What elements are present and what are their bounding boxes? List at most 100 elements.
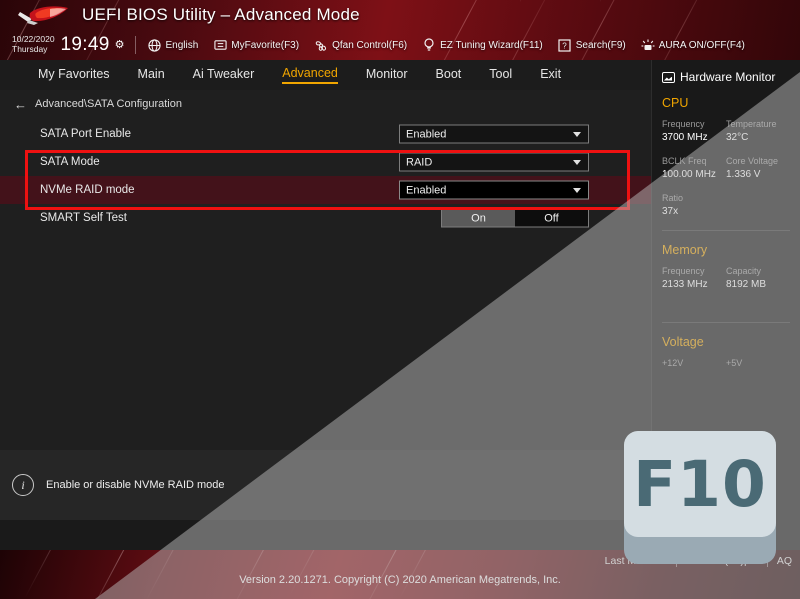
dropdown-value: Enabled bbox=[406, 184, 447, 196]
sidebar-divider bbox=[662, 230, 790, 231]
stat-key: +12V bbox=[662, 358, 684, 368]
toggle-smart-self-test[interactable]: On Off bbox=[441, 208, 589, 228]
stat-mem-frequency: Frequency 2133 MHz bbox=[662, 266, 726, 290]
settings-list: SATA Port Enable Enabled SATA Mode RAID … bbox=[0, 120, 651, 232]
header-item-english[interactable]: English bbox=[147, 38, 198, 52]
dropdown-sata-mode[interactable]: RAID bbox=[399, 152, 589, 172]
dropdown-nvme-raid-mode[interactable]: Enabled bbox=[399, 180, 589, 200]
stat-value: 100.00 MHz bbox=[662, 169, 716, 180]
chevron-down-icon bbox=[573, 187, 581, 193]
rog-logo bbox=[16, 3, 74, 27]
tab-my-favorites[interactable]: My Favorites bbox=[38, 67, 110, 83]
stat-bclk-freq: BCLK Freq 100.00 MHz bbox=[662, 156, 726, 180]
fan-icon bbox=[314, 38, 328, 52]
version-text: Version 2.20.1271. Copyright (C) 2020 Am… bbox=[239, 574, 561, 586]
sidebar-divider bbox=[662, 322, 790, 323]
tab-exit[interactable]: Exit bbox=[540, 67, 561, 83]
tab-tool[interactable]: Tool bbox=[489, 67, 512, 83]
stat-value: 37x bbox=[662, 206, 679, 217]
back-arrow-icon[interactable]: ← bbox=[14, 98, 27, 111]
gear-icon[interactable]: ⚙ bbox=[115, 38, 125, 51]
setting-row-nvme-raid-mode[interactable]: NVMe RAID mode Enabled bbox=[0, 176, 651, 204]
aura-icon bbox=[641, 38, 655, 52]
tab-ai-tweaker[interactable]: Ai Tweaker bbox=[193, 67, 255, 83]
monitor-icon bbox=[662, 71, 675, 83]
stat-value: 32°C bbox=[726, 132, 749, 143]
tab-advanced[interactable]: Advanced bbox=[282, 66, 338, 84]
sidebar-stat-row: Frequency 2133 MHz Capacity 8192 MB bbox=[652, 266, 800, 290]
stat-core-voltage: Core Voltage 1.336 V bbox=[726, 156, 790, 180]
chevron-down-icon bbox=[573, 131, 581, 137]
sidebar-stat-row: +12V +5V bbox=[652, 358, 800, 371]
tab-monitor[interactable]: Monitor bbox=[366, 67, 408, 83]
stat-key: Capacity bbox=[726, 266, 762, 276]
keycap-face: F10 bbox=[624, 431, 776, 537]
stat-value: 2133 MHz bbox=[662, 279, 708, 290]
globe-icon bbox=[147, 38, 161, 52]
hardware-monitor-title: Hardware Monitor bbox=[652, 70, 800, 84]
stat-key: +5V bbox=[726, 358, 743, 368]
header-item-ez-tuning-wizard[interactable]: EZ Tuning Wizard(F11) bbox=[422, 38, 543, 52]
setting-row-sata-port-enable[interactable]: SATA Port Enable Enabled bbox=[0, 120, 651, 148]
breadcrumb-label: Advanced\SATA Configuration bbox=[35, 98, 182, 110]
header-item-label: Search(F9) bbox=[575, 39, 626, 51]
breadcrumb[interactable]: ← Advanced\SATA Configuration bbox=[0, 90, 651, 118]
faq-link[interactable]: AQ bbox=[777, 555, 792, 567]
toggle-option-off[interactable]: Off bbox=[515, 209, 588, 227]
stat-ratio: Ratio 37x bbox=[662, 193, 726, 217]
dropdown-sata-port-enable[interactable]: Enabled bbox=[399, 124, 589, 144]
toggle-option-on[interactable]: On bbox=[442, 209, 515, 227]
datetime-display: 10/22/2020 Thursday 19:49 ⚙ bbox=[12, 34, 125, 56]
weekday-text: Thursday bbox=[12, 44, 48, 54]
hardware-monitor-title-label: Hardware Monitor bbox=[680, 70, 776, 84]
sidebar-stat-row: BCLK Freq 100.00 MHz Core Voltage 1.336 … bbox=[652, 156, 800, 180]
help-text: Enable or disable NVMe RAID mode bbox=[46, 479, 225, 491]
setting-row-smart-self-test[interactable]: SMART Self Test On Off bbox=[0, 204, 651, 232]
header-item-label: English bbox=[165, 39, 199, 51]
keycap-label: F10 bbox=[633, 447, 767, 521]
sidebar-section-voltage: Voltage bbox=[662, 335, 704, 349]
main-panel: ← Advanced\SATA Configuration SATA Port … bbox=[0, 90, 651, 450]
tab-boot[interactable]: Boot bbox=[436, 67, 462, 83]
stat-key: Core Voltage bbox=[726, 156, 779, 166]
stat-value: 3700 MHz bbox=[662, 132, 708, 143]
header-item-label: EZ Tuning Wizard(F11) bbox=[440, 39, 543, 51]
header-item-label: MyFavorite(F3) bbox=[231, 39, 300, 51]
f10-keycap-overlay: F10 bbox=[624, 431, 776, 564]
bulb-icon bbox=[422, 38, 436, 52]
sidebar-section-cpu: CPU bbox=[662, 96, 689, 110]
header-item-search[interactable]: ? Search(F9) bbox=[558, 38, 626, 52]
header-item-label: AURA ON/OFF(F4) bbox=[658, 39, 745, 51]
header-item-myfavorite[interactable]: MyFavorite(F3) bbox=[213, 38, 299, 52]
setting-row-sata-mode[interactable]: SATA Mode RAID bbox=[0, 148, 651, 176]
stat-key: Ratio bbox=[662, 193, 684, 203]
svg-text:?: ? bbox=[563, 41, 568, 50]
stat-frequency: Frequency 3700 MHz bbox=[662, 119, 726, 143]
help-bar: i Enable or disable NVMe RAID mode bbox=[0, 450, 651, 520]
stat-temperature: Temperature 32°C bbox=[726, 119, 790, 143]
header-item-aura[interactable]: AURA ON/OFF(F4) bbox=[641, 38, 745, 52]
stat-value: 1.336 V bbox=[726, 169, 761, 180]
folder-icon bbox=[213, 38, 227, 52]
dropdown-value: Enabled bbox=[406, 128, 447, 140]
stat-12v: +12V bbox=[662, 358, 726, 371]
sidebar-section-memory: Memory bbox=[662, 243, 708, 257]
sidebar-stat-row: Frequency 3700 MHz Temperature 32°C bbox=[652, 119, 800, 143]
search-icon: ? bbox=[558, 38, 572, 52]
header-divider bbox=[135, 36, 137, 54]
stat-key: BCLK Freq bbox=[662, 156, 707, 166]
info-icon: i bbox=[12, 474, 34, 496]
stat-key: Frequency bbox=[662, 266, 705, 276]
stat-value: 8192 MB bbox=[726, 279, 767, 290]
stat-key: Temperature bbox=[726, 119, 777, 129]
header-item-qfan-control[interactable]: Qfan Control(F6) bbox=[314, 38, 407, 52]
time-text: 19:49 bbox=[60, 34, 110, 56]
page-title: UEFI BIOS Utility – Advanced Mode bbox=[82, 5, 360, 24]
header-item-label: Qfan Control(F6) bbox=[332, 39, 408, 51]
sidebar-stat-row: Ratio 37x bbox=[652, 193, 800, 217]
chevron-down-icon bbox=[573, 159, 581, 165]
tab-main[interactable]: Main bbox=[138, 67, 165, 83]
bios-screen: UEFI BIOS Utility – Advanced Mode 10/22/… bbox=[0, 0, 800, 599]
stat-5v: +5V bbox=[726, 358, 790, 371]
stat-mem-capacity: Capacity 8192 MB bbox=[726, 266, 790, 290]
